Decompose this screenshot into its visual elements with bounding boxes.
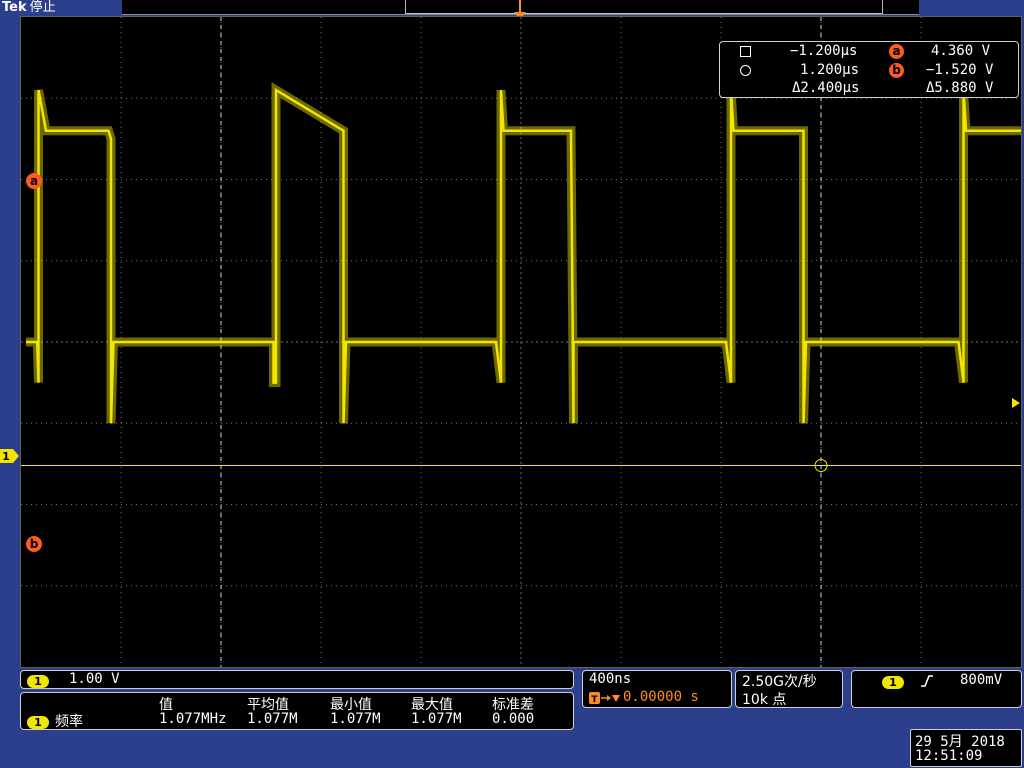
trigger-level-arrow — [1012, 398, 1020, 408]
cursor-1-time: −1.200µs — [790, 43, 858, 59]
measurement-name: 频率 — [55, 714, 83, 730]
cursor-a-voltage: 4.360 V — [931, 43, 991, 59]
cursor-a-badge-icon: a — [889, 44, 904, 59]
trigger-level-marker-icon[interactable] — [1009, 396, 1021, 410]
trigger-position-value: 0.00000 s — [623, 689, 699, 705]
record-view-window[interactable] — [405, 0, 883, 14]
cursor-2-time: 1.200µs — [800, 62, 860, 78]
acquisition-status: 停止 — [29, 0, 56, 15]
record-length: 10k 点 — [742, 692, 787, 708]
trace-line — [26, 87, 1021, 424]
measurement-std: 0.000 — [492, 711, 535, 727]
trigger-position-icon: T — [589, 691, 623, 709]
cursor-2-circle-icon — [740, 65, 751, 76]
channel-1-tag: 1 — [27, 674, 49, 688]
trace-envelope — [26, 82, 1021, 424]
timebase-panel[interactable]: 400ns T 0.00000 s — [582, 670, 732, 708]
measurement-panel[interactable]: 值 平均值 最小值 最大值 标准差 1 频率 1.077MHz 1.077M 1… — [20, 692, 574, 730]
channel-1-scale: 1.00 V — [69, 671, 120, 687]
cursor-a-marker[interactable]: a — [26, 173, 42, 189]
channel-scale-panel[interactable]: 1 1.00 V — [20, 670, 574, 689]
measurement-min: 1.077M — [330, 711, 381, 727]
waveform-graticule — [21, 17, 1021, 667]
trigger-level: 800mV — [960, 672, 1003, 688]
cursor-b-badge-icon: b — [889, 63, 904, 78]
cursor-1-square-icon — [740, 46, 751, 57]
brand-header: Tek 停止 — [0, 0, 56, 16]
time: 12:51:09 — [915, 748, 983, 764]
trigger-position-icon-letter: T — [591, 695, 598, 705]
rising-edge-icon — [920, 674, 934, 692]
trigger-source-tag: 1 — [882, 675, 904, 689]
cursor-b-voltage: −1.520 V — [926, 62, 994, 78]
cursor-readout-box: −1.200µs a 4.360 V 1.200µs b −1.520 V Δ2… — [719, 41, 1019, 98]
cursor-b-marker[interactable]: b — [26, 536, 42, 552]
trigger-panel[interactable]: 1 800mV — [851, 670, 1022, 708]
trigger-arrow-icon: T — [589, 692, 620, 705]
channel-1-ground-marker-label: 1 — [2, 450, 10, 463]
sample-rate: 2.50G次/秒 — [742, 674, 817, 690]
cursor-delta-time: Δ2.400µs — [792, 80, 860, 96]
brand-logo: Tek — [2, 0, 27, 15]
datetime-panel: 29 5月 2018 12:51:09 — [910, 729, 1022, 767]
measurement-max: 1.077M — [411, 711, 462, 727]
measurement-channel-tag: 1 — [27, 715, 49, 729]
waveform-display[interactable] — [20, 16, 1022, 668]
timebase-scale: 400ns — [589, 671, 632, 687]
cursor-delta-voltage: Δ5.880 V — [926, 80, 994, 96]
measurement-mean: 1.077M — [247, 711, 298, 727]
channel-1-ground-marker[interactable]: 1 — [0, 448, 20, 464]
acquisition-panel[interactable]: 2.50G次/秒 10k 点 — [735, 670, 843, 708]
measurement-value: 1.077MHz — [159, 711, 227, 727]
channel-1-trace — [26, 82, 1021, 424]
